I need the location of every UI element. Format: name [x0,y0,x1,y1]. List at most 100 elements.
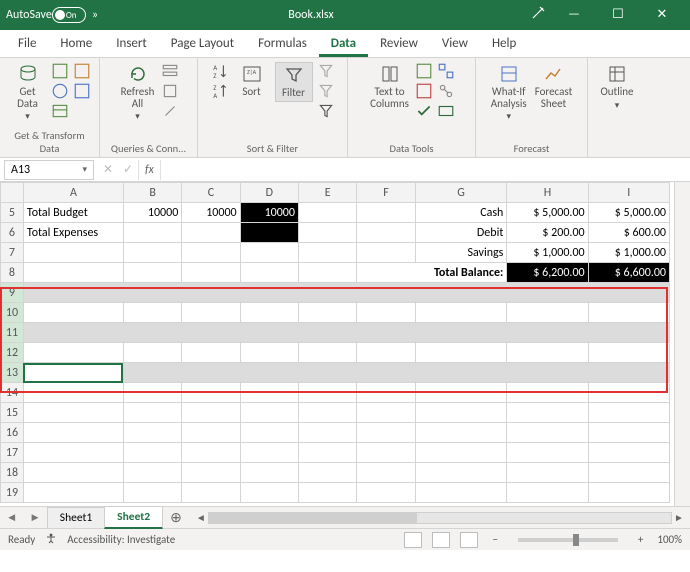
row-header-7[interactable]: 7 [1,243,24,263]
data-validation-icon[interactable] [415,102,433,120]
cell-B8[interactable] [123,263,181,283]
col-header-A[interactable]: A [23,183,123,203]
remove-duplicates-icon[interactable] [415,82,433,100]
cell-A18[interactable] [23,463,123,483]
cell-H5[interactable]: $ 5,000.00 [507,203,588,223]
row-header-11[interactable]: 11 [1,323,24,343]
tab-review[interactable]: Review [368,31,430,57]
zoom-in-button[interactable]: + [634,533,647,546]
sort-button[interactable]: Z|A Sort [233,62,271,98]
cell-D5[interactable]: 10000 [240,203,298,223]
cell-C10[interactable] [182,303,240,323]
cell-B14[interactable] [123,383,181,403]
col-header-F[interactable]: F [357,183,415,203]
get-data-button[interactable]: Get Data ▾ [9,62,47,122]
col-header-G[interactable]: G [415,183,507,203]
cell-F12[interactable] [357,343,415,363]
cell-E12[interactable] [298,343,356,363]
row-header-9[interactable]: 9 [1,283,24,303]
col-header-I[interactable]: I [588,183,669,203]
row-header-14[interactable]: 14 [1,383,24,403]
cell-E19[interactable] [298,483,356,503]
row-header-15[interactable]: 15 [1,403,24,423]
tab-file[interactable]: File [6,31,48,57]
recent-sources-icon[interactable] [73,62,91,80]
cell-I10[interactable] [588,303,669,323]
cell-H10[interactable] [507,303,588,323]
cell-H6[interactable]: $ 200.00 [507,223,588,243]
zoom-value[interactable]: 100% [657,533,682,546]
cell-F6[interactable] [357,223,415,243]
cell-D16[interactable] [240,423,298,443]
cell-F5[interactable] [357,203,415,223]
zoom-slider-thumb[interactable] [573,534,579,546]
minimize-button[interactable]: — [552,0,596,30]
scroll-left-icon[interactable]: ◄ [194,511,208,524]
col-header-E[interactable]: E [298,183,356,203]
reapply-icon[interactable] [317,82,335,100]
sort-desc-icon[interactable]: ZA [211,82,229,100]
text-to-columns-button[interactable]: Text to Columns [368,62,411,109]
cell-D17[interactable] [240,443,298,463]
cell-C16[interactable] [182,423,240,443]
row-11-cells[interactable] [23,323,669,343]
sheet-tab-sheet1[interactable]: Sheet1 [47,507,105,528]
cell-A6[interactable]: Total Expenses [23,223,123,243]
scroll-track[interactable] [208,512,672,524]
cell-B6[interactable] [123,223,181,243]
cell-H19[interactable] [507,483,588,503]
cell-E10[interactable] [298,303,356,323]
cell-A16[interactable] [23,423,123,443]
insert-function-icon[interactable]: fx [138,160,161,180]
whatif-button[interactable]: What-If Analysis ▾ [489,62,529,122]
cell-I8[interactable]: $ 6,600.00 [588,263,669,283]
autosave-toggle[interactable]: On [52,7,86,23]
chevron-down-icon[interactable]: ▾ [82,164,87,175]
tab-data[interactable]: Data [319,31,368,57]
cell-C19[interactable] [182,483,240,503]
cell-H14[interactable] [507,383,588,403]
cell-I12[interactable] [588,343,669,363]
cell-E18[interactable] [298,463,356,483]
tab-home[interactable]: Home [48,31,104,57]
cell-F7[interactable] [357,243,415,263]
cell-I14[interactable] [588,383,669,403]
cell-I16[interactable] [588,423,669,443]
cell-F14[interactable] [357,383,415,403]
cell-B12[interactable] [123,343,181,363]
cell-G5[interactable]: Cash [415,203,507,223]
name-box[interactable]: A13 ▾ [4,160,94,180]
cell-C8[interactable] [182,263,240,283]
cell-G7[interactable]: Savings [415,243,507,263]
flash-fill-icon[interactable] [415,62,433,80]
cell-H12[interactable] [507,343,588,363]
cell-G15[interactable] [415,403,507,423]
from-web-icon[interactable] [51,82,69,100]
cell-D14[interactable] [240,383,298,403]
edit-links-icon[interactable] [161,102,179,120]
row-13-cells[interactable] [123,363,669,383]
cell-A17[interactable] [23,443,123,463]
cell-E8[interactable] [298,263,356,283]
cell-G6[interactable]: Debit [415,223,507,243]
scroll-right-icon[interactable]: ► [672,511,686,524]
cell-C6[interactable] [182,223,240,243]
cell-D7[interactable] [240,243,298,263]
cell-C15[interactable] [182,403,240,423]
row-header-5[interactable]: 5 [1,203,24,223]
existing-connections-icon[interactable] [73,82,91,100]
outline-button[interactable]: Outline ▾ [598,62,636,111]
cell-F19[interactable] [357,483,415,503]
cell-D18[interactable] [240,463,298,483]
cell-C5[interactable]: 10000 [182,203,240,223]
col-header-D[interactable]: D [240,183,298,203]
new-sheet-button[interactable]: ⊕ [162,509,190,526]
cell-G19[interactable] [415,483,507,503]
cell-F18[interactable] [357,463,415,483]
cell-G14[interactable] [415,383,507,403]
tab-page-layout[interactable]: Page Layout [159,31,246,57]
col-header-C[interactable]: C [182,183,240,203]
cell-C17[interactable] [182,443,240,463]
cell-A13[interactable] [23,363,123,383]
vertical-scrollbar[interactable] [674,182,690,506]
